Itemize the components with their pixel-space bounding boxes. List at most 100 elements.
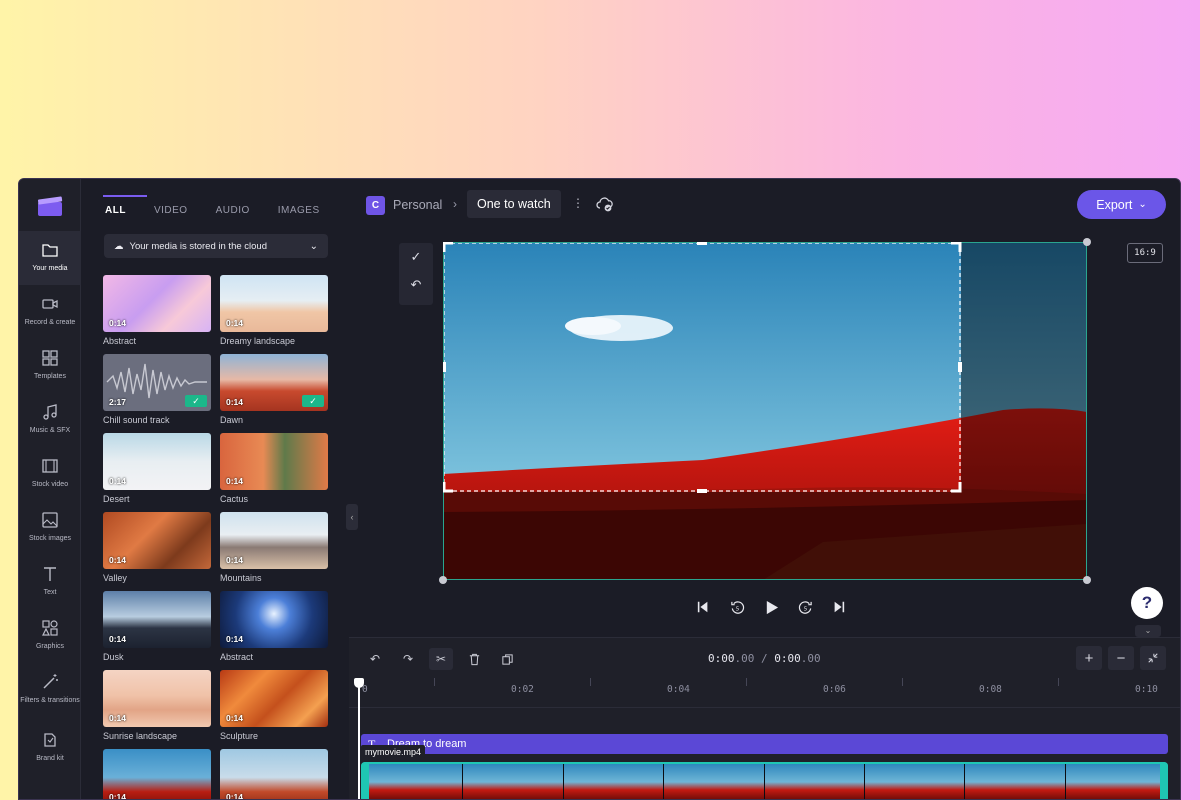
rail-item-stock-video[interactable]: Stock video bbox=[19, 447, 81, 501]
media-card[interactable]: 0:14 Abstract bbox=[103, 275, 211, 346]
redo-icon[interactable]: ↷ bbox=[396, 648, 420, 670]
zoom-out-icon[interactable]: − bbox=[1108, 646, 1134, 670]
media-tabs: ALL VIDEO AUDIO IMAGES bbox=[103, 195, 348, 222]
film-icon bbox=[41, 457, 59, 475]
rail-item-filters-transitions[interactable]: Filters & transitions bbox=[19, 663, 81, 717]
rail-item-your-media[interactable]: Your media bbox=[19, 231, 81, 285]
confirm-crop-icon[interactable]: ✓ bbox=[399, 243, 433, 271]
svg-text:5: 5 bbox=[803, 606, 807, 612]
rail-item-graphics[interactable]: Graphics bbox=[19, 609, 81, 663]
undo-icon[interactable]: ↶ bbox=[363, 648, 387, 670]
rail-item-record-create[interactable]: Record & create bbox=[19, 285, 81, 339]
media-thumbnail: 0:14 bbox=[103, 749, 211, 800]
tab-video[interactable]: VIDEO bbox=[154, 195, 188, 222]
media-title: Cactus bbox=[220, 494, 249, 504]
rail-item-stock-images[interactable]: Stock images bbox=[19, 501, 81, 555]
play-icon[interactable] bbox=[763, 599, 779, 615]
cloud-storage-dropdown[interactable]: ☁ Your media is stored in the cloud ⌄ bbox=[104, 234, 328, 258]
media-card[interactable]: 0:14 Desert bbox=[103, 433, 211, 504]
media-card[interactable]: 0:14 Cactus bbox=[220, 433, 328, 504]
media-card[interactable]: 0:14 Valley bbox=[103, 512, 211, 583]
video-clip[interactable] bbox=[361, 762, 1168, 799]
more-options-icon[interactable]: ⋮ bbox=[572, 196, 584, 210]
timeline-panel: ↶ ↷ ✂ 0:00.00 / 0:00.00 + − 0 0:02 0:04 … bbox=[349, 637, 1180, 799]
skip-to-start-icon[interactable] bbox=[695, 599, 711, 615]
rail-item-music-sfx[interactable]: Music & SFX bbox=[19, 393, 81, 447]
media-card[interactable]: 0:14 ✓ Dawn bbox=[220, 354, 328, 425]
svg-text:5: 5 bbox=[735, 606, 739, 612]
chevron-right-icon: › bbox=[453, 197, 457, 211]
rail-label: Graphics bbox=[35, 643, 64, 650]
workspace-name[interactable]: Personal bbox=[393, 198, 442, 212]
templates-icon bbox=[41, 349, 59, 367]
duration-label: 0:14 bbox=[226, 555, 244, 565]
media-title: Mountains bbox=[220, 573, 262, 583]
folder-icon bbox=[41, 241, 59, 259]
duration-label: 0:14 bbox=[226, 792, 244, 800]
rewind-5s-icon[interactable]: 5 bbox=[729, 599, 745, 615]
resize-handle[interactable] bbox=[439, 576, 447, 584]
media-thumbnail: 0:14 ✓ bbox=[220, 354, 328, 411]
project-name-field[interactable]: One to watch bbox=[467, 190, 561, 218]
rail-item-brand-kit[interactable]: Brand kit bbox=[19, 721, 81, 775]
ruler-tick-label: 0:06 bbox=[823, 684, 846, 695]
duration-label: 2:17 bbox=[109, 397, 127, 407]
music-icon bbox=[41, 403, 59, 421]
media-card[interactable]: 0:14 Dusk bbox=[103, 591, 211, 662]
workspace-badge[interactable]: C bbox=[366, 196, 385, 215]
rail-item-text[interactable]: Text bbox=[19, 555, 81, 609]
rail-label: Your media bbox=[32, 265, 68, 272]
image-icon bbox=[41, 511, 59, 529]
fit-timeline-icon[interactable] bbox=[1140, 646, 1166, 670]
text-clip[interactable]: T Dream to dream bbox=[361, 734, 1168, 754]
media-card[interactable]: 2:17 ✓ Chill sound track bbox=[103, 354, 211, 425]
media-title: Valley bbox=[103, 573, 127, 583]
ruler-tick bbox=[434, 678, 435, 686]
collapse-panel-button[interactable]: ‹ bbox=[346, 504, 358, 530]
undo-crop-icon[interactable]: ↶ bbox=[399, 271, 433, 299]
video-preview[interactable] bbox=[439, 238, 1091, 584]
media-card[interactable]: 0:14 Sunrise landscape bbox=[103, 670, 211, 741]
media-card[interactable]: 0:14 bbox=[103, 749, 211, 800]
duplicate-icon[interactable] bbox=[495, 648, 519, 670]
current-time: 0:00 bbox=[708, 652, 735, 665]
tab-audio[interactable]: AUDIO bbox=[216, 195, 250, 222]
duration-label: 0:14 bbox=[226, 476, 244, 486]
chevron-down-icon: ⌄ bbox=[309, 240, 318, 252]
help-button[interactable]: ? bbox=[1131, 587, 1163, 619]
media-card[interactable]: 0:14 Sculpture bbox=[220, 670, 328, 741]
media-title: Chill sound track bbox=[103, 415, 170, 425]
media-card[interactable]: 0:14 Dreamy landscape bbox=[220, 275, 328, 346]
zoom-controls: + − bbox=[1076, 646, 1166, 670]
media-card[interactable]: 0:14 Abstract bbox=[220, 591, 328, 662]
cloud-sync-icon[interactable] bbox=[595, 194, 615, 214]
ruler-tick bbox=[1058, 678, 1059, 686]
rail-item-templates[interactable]: Templates bbox=[19, 339, 81, 393]
playhead[interactable] bbox=[354, 678, 364, 799]
duration-label: 0:14 bbox=[109, 792, 127, 800]
skip-to-end-icon[interactable] bbox=[831, 599, 847, 615]
cloud-check-icon: ☁ bbox=[114, 240, 124, 252]
tab-images[interactable]: IMAGES bbox=[278, 195, 320, 222]
media-card[interactable]: 0:14 Mountains bbox=[220, 512, 328, 583]
clip-frame bbox=[1065, 764, 1166, 799]
split-scissors-icon[interactable]: ✂ bbox=[429, 648, 453, 670]
clip-trim-handle-left[interactable] bbox=[361, 762, 369, 799]
time-ruler[interactable]: 0 0:02 0:04 0:06 0:08 0:10 bbox=[349, 678, 1180, 708]
zoom-in-icon[interactable]: + bbox=[1076, 646, 1102, 670]
export-button[interactable]: Export ⌄ bbox=[1077, 190, 1166, 219]
tab-all[interactable]: ALL bbox=[103, 195, 147, 222]
chevron-down-icon[interactable]: ⌄ bbox=[1135, 625, 1161, 637]
media-thumbnail: 0:14 bbox=[220, 591, 328, 648]
media-card[interactable]: 0:14 bbox=[220, 749, 328, 800]
aspect-ratio-button[interactable]: 16:9 bbox=[1127, 243, 1163, 263]
delete-icon[interactable] bbox=[462, 648, 486, 670]
forward-5s-icon[interactable]: 5 bbox=[797, 599, 813, 615]
resize-handle[interactable] bbox=[1083, 576, 1091, 584]
clip-frame bbox=[664, 764, 765, 799]
added-check-icon: ✓ bbox=[185, 395, 207, 407]
duration-label: 0:14 bbox=[226, 318, 244, 328]
camera-icon bbox=[41, 295, 59, 313]
resize-handle[interactable] bbox=[1083, 238, 1091, 246]
clip-trim-handle-right[interactable] bbox=[1160, 762, 1168, 799]
